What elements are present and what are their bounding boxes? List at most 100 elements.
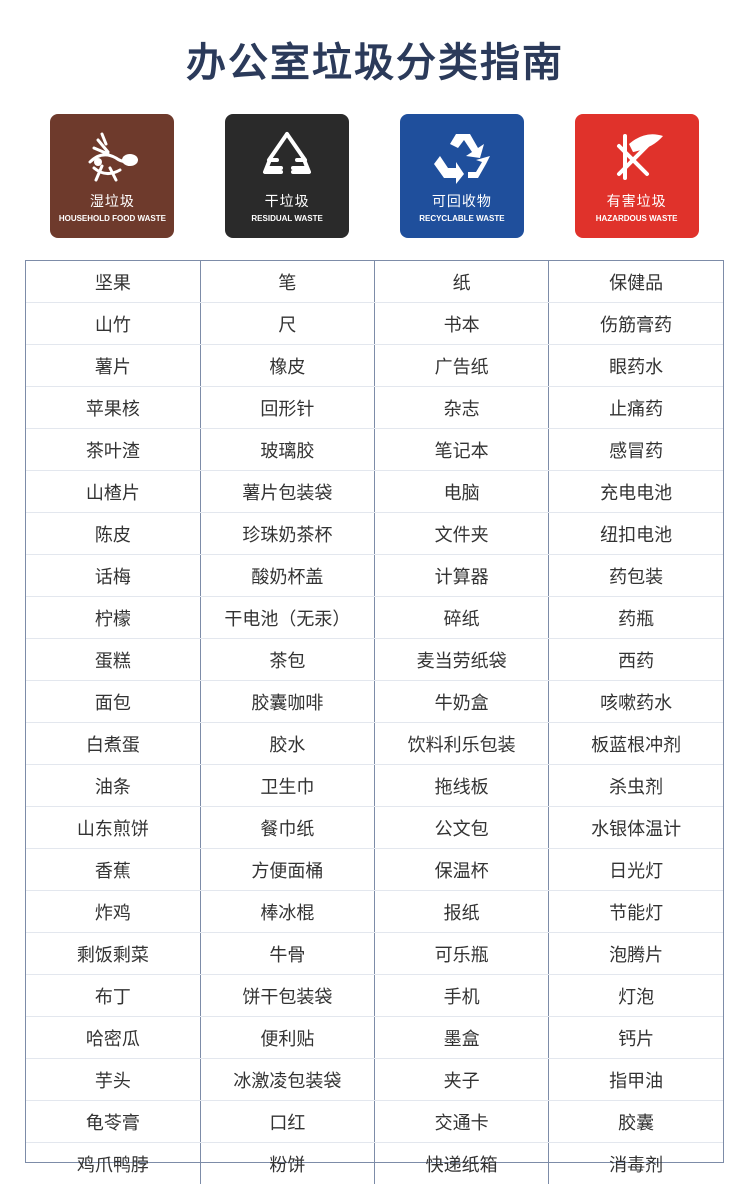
table-row: 炸鸡 棒冰棍 报纸 节能灯 [26, 890, 723, 933]
table-row: 山竹尺书本 伤筋膏药 [26, 302, 723, 345]
residual-waste-item: 冰激凌包装袋 [200, 1058, 376, 1101]
recyclable-item: 保温杯 [374, 848, 550, 891]
category-icons: 湿垃圾 HOUSEHOLD FOOD WASTE 干垃圾 RESIDUAL WA… [25, 114, 724, 240]
food-waste-item: 山东煎饼 [26, 806, 201, 849]
table-row: 陈皮 珍珠奶茶杯 文件夹 纽扣电池 [26, 512, 723, 555]
food-waste-item: 哈密瓜 [26, 1016, 201, 1059]
residual-waste-item: 口红 [200, 1100, 376, 1143]
recyclable-item: 计算器 [374, 554, 550, 597]
table-row: 哈密瓜 便利贴 墨盒 钙片 [26, 1016, 723, 1059]
category-en-label: HOUSEHOLD FOOD WASTE [58, 214, 166, 223]
residual-waste-item: 牛骨 [200, 932, 376, 975]
recyclable-item: 饮料利乐包装 [374, 722, 550, 765]
residual-waste-item: 尺 [200, 302, 376, 345]
recyclable-item: 麦当劳纸袋 [374, 638, 550, 681]
food-waste-item: 蛋糕 [26, 638, 201, 681]
table-row: 面包 胶囊咖啡 牛奶盒 咳嗽药水 [26, 680, 723, 723]
table-row: 白煮蛋 胶水 饮料利乐包装 板蓝根冲剂 [26, 722, 723, 765]
recyclable-item: 墨盒 [374, 1016, 550, 1059]
food-waste-item: 炸鸡 [26, 890, 201, 933]
food-waste-card: 湿垃圾 HOUSEHOLD FOOD WASTE [50, 114, 175, 238]
table-row: 布丁 饼干包装袋 手机 灯泡 [26, 974, 723, 1017]
recyclable-item: 电脑 [374, 470, 550, 513]
table-row: 茶叶渣 玻璃胶 笔记本 感冒药 [26, 428, 723, 471]
food-waste-item: 山楂片 [26, 470, 201, 513]
residual-waste-item: 便利贴 [200, 1016, 376, 1059]
category-en-label: HAZARDOUS WASTE [595, 214, 678, 223]
residual-waste-item: 橡皮 [200, 344, 376, 387]
table-row: 香蕉 方便面桶 保温杯 日光灯 [26, 848, 723, 891]
recyclable-item: 可乐瓶 [374, 932, 550, 975]
food-waste-item: 茶叶渣 [26, 428, 201, 471]
residual-waste-item: 胶水 [200, 722, 376, 765]
hazardous-item: 节能灯 [548, 890, 723, 933]
residual-waste-item: 酸奶杯盖 [200, 554, 376, 597]
hazardous-item: 眼药水 [548, 344, 723, 387]
residual-waste-item: 饼干包装袋 [200, 974, 376, 1017]
food-waste-icon [88, 132, 139, 182]
food-waste-item: 山竹 [26, 302, 201, 345]
hazardous-item: 止痛药 [548, 386, 723, 429]
residual-waste-item: 笔 [200, 261, 376, 303]
food-waste-item: 芋头 [26, 1058, 201, 1101]
food-waste-item: 苹果核 [26, 386, 201, 429]
hazardous-item: 日光灯 [548, 848, 723, 891]
residual-waste-card: 干垃圾 RESIDUAL WASTE [225, 114, 350, 238]
residual-waste-icon [263, 132, 312, 174]
table-row: 鸡爪鸭脖 粉饼 快递纸箱 消毒剂 [26, 1142, 723, 1184]
residual-waste-item: 粉饼 [200, 1142, 376, 1184]
hazardous-waste-icon [616, 134, 663, 180]
residual-waste-item: 方便面桶 [200, 848, 376, 891]
food-waste-item: 剩饭剩菜 [26, 932, 201, 975]
hazardous-item: 灯泡 [548, 974, 723, 1017]
food-waste-item: 龟苓膏 [26, 1100, 201, 1143]
hazardous-item: 保健品 [548, 261, 723, 303]
hazardous-item: 板蓝根冲剂 [548, 722, 723, 765]
table-row: 龟苓膏 口红 交通卡 胶囊 [26, 1100, 723, 1143]
hazardous-item: 胶囊 [548, 1100, 723, 1143]
hazardous-item: 钙片 [548, 1016, 723, 1059]
residual-waste-item: 茶包 [200, 638, 376, 681]
food-waste-item: 鸡爪鸭脖 [26, 1142, 201, 1184]
category-cn-label: 湿垃圾 [89, 194, 135, 210]
recyclable-item: 交通卡 [374, 1100, 550, 1143]
table-row: 薯片 橡皮 广告纸 眼药水 [26, 344, 723, 387]
food-waste-item: 香蕉 [26, 848, 201, 891]
recyclable-item: 杂志 [374, 386, 550, 429]
food-waste-item: 薯片 [26, 344, 201, 387]
hazardous-item: 指甲油 [548, 1058, 723, 1101]
food-waste-item: 柠檬 [26, 596, 201, 639]
residual-waste-item: 干电池（无汞） [200, 596, 376, 639]
residual-waste-item: 回形针 [200, 386, 376, 429]
hazardous-item: 咳嗽药水 [548, 680, 723, 723]
residual-waste-item: 胶囊咖啡 [200, 680, 376, 723]
table-row: 坚果笔纸保健品 [26, 261, 723, 303]
table-row: 剩饭剩菜 牛骨 可乐瓶 泡腾片 [26, 932, 723, 975]
food-waste-item: 布丁 [26, 974, 201, 1017]
hazardous-item: 西药 [548, 638, 723, 681]
table-row: 柠檬 干电池（无汞） 碎纸 药瓶 [26, 596, 723, 639]
residual-waste-item: 薯片包装袋 [200, 470, 376, 513]
hazardous-item: 伤筋膏药 [548, 302, 723, 345]
food-waste-item: 陈皮 [26, 512, 201, 555]
recyclable-item: 书本 [374, 302, 550, 345]
table-row: 苹果核 回形针 杂志 止痛药 [26, 386, 723, 429]
table-row: 油条 卫生巾 拖线板 杀虫剂 [26, 764, 723, 807]
hazardous-item: 充电电池 [548, 470, 723, 513]
residual-waste-item: 珍珠奶茶杯 [200, 512, 376, 555]
table-row: 话梅 酸奶杯盖 计算器 药包装 [26, 554, 723, 597]
food-waste-item: 白煮蛋 [26, 722, 201, 765]
hazardous-waste-card: 有害垃圾 HAZARDOUS WASTE [574, 114, 699, 238]
table-row: 芋头 冰激凌包装袋 夹子 指甲油 [26, 1058, 723, 1101]
food-waste-item: 坚果 [26, 261, 201, 303]
category-en-label: RECYCLABLE WASTE [419, 214, 505, 223]
hazardous-item: 泡腾片 [548, 932, 723, 975]
table-row: 山楂片 薯片包装袋 电脑 充电电池 [26, 470, 723, 513]
page-title: 办公室垃圾分类指南 [186, 40, 564, 86]
waste-table: 坚果笔纸保健品 山竹尺书本 伤筋膏药 薯片 橡皮 广告纸 眼药水 苹果核 回形针 杂志 止痛药 茶叶渣… [25, 260, 724, 1184]
hazardous-item: 药瓶 [548, 596, 723, 639]
hazardous-item: 消毒剂 [609, 1154, 664, 1176]
category-cn-label: 可回收物 [431, 194, 492, 210]
food-waste-item: 油条 [26, 764, 201, 807]
recyclable-item: 快递纸箱 [374, 1142, 550, 1184]
